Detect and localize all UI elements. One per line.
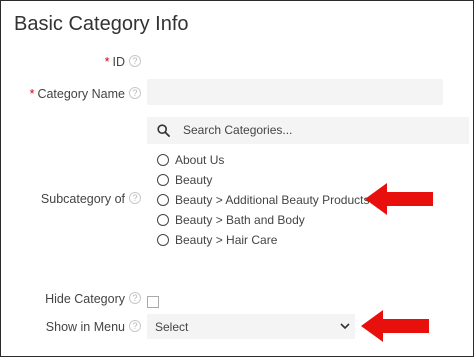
category-name-input[interactable]: [147, 79, 443, 105]
radio-button[interactable]: [157, 174, 169, 186]
radio-button[interactable]: [157, 234, 169, 246]
page-title: Basic Category Info: [14, 13, 189, 35]
subcategory-option[interactable]: Beauty > Additional Beauty Products: [157, 193, 369, 207]
hide-category-checkbox[interactable]: [147, 296, 159, 308]
radio-button[interactable]: [157, 214, 169, 226]
help-icon[interactable]: ?: [129, 192, 141, 204]
id-label: * ID: [104, 55, 125, 69]
show-in-menu-value: Select: [155, 320, 189, 334]
hide-category-label: Hide Category: [45, 292, 125, 306]
show-in-menu-label: Show in Menu: [45, 320, 125, 334]
search-icon: [157, 124, 170, 137]
required-mark: *: [29, 87, 35, 101]
help-icon[interactable]: ?: [129, 87, 141, 99]
search-placeholder: Search Categories...: [183, 123, 293, 137]
subcategory-option[interactable]: Beauty > Bath and Body: [157, 213, 305, 227]
red-arrow-icon: [361, 310, 429, 342]
subcategory-option[interactable]: About Us: [157, 153, 224, 167]
category-name-label: * Category Name: [29, 87, 125, 101]
chevron-down-icon[interactable]: [340, 322, 350, 330]
help-icon[interactable]: ?: [129, 320, 141, 332]
required-mark: *: [104, 55, 110, 69]
help-icon[interactable]: ?: [129, 55, 141, 67]
subcategory-option[interactable]: Beauty: [157, 173, 212, 187]
radio-button[interactable]: [157, 154, 169, 166]
red-arrow-icon: [365, 183, 433, 215]
subcategory-option[interactable]: Beauty > Hair Care: [157, 233, 277, 247]
radio-button[interactable]: [157, 194, 169, 206]
help-icon[interactable]: ?: [129, 292, 141, 304]
subcategory-label: Subcategory of: [40, 192, 125, 206]
